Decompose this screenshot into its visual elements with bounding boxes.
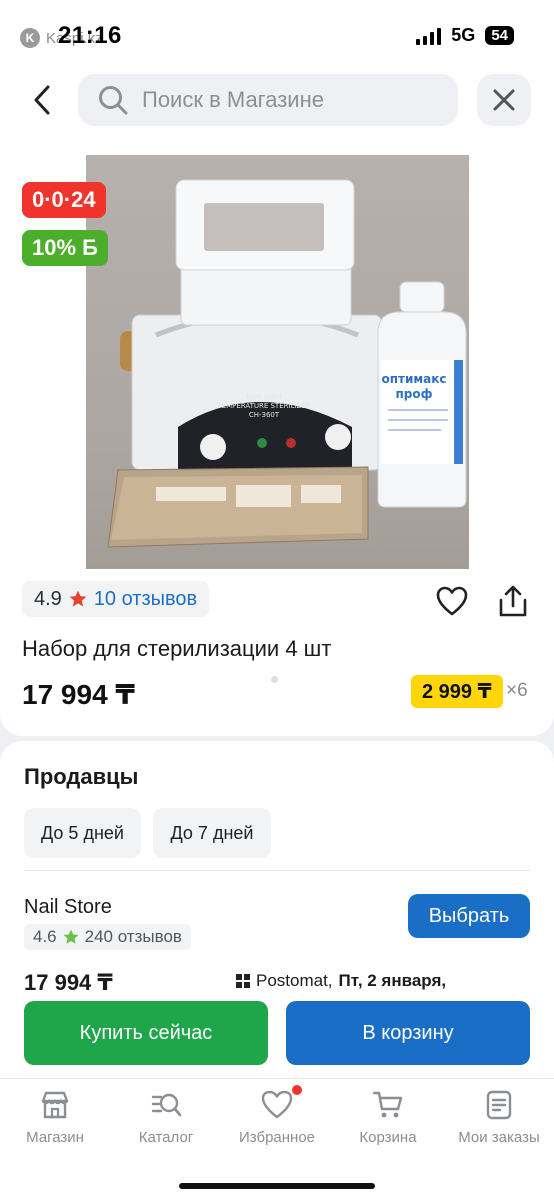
product-image-carousel[interactable]: MINI HIGH TEMPERATURE STERILIZER CH-360T… bbox=[86, 155, 469, 569]
kaspi-app-icon: K bbox=[20, 28, 40, 48]
delivery-method: Postomat, bbox=[256, 972, 333, 990]
seller-name[interactable]: Nail Store bbox=[24, 896, 112, 919]
battery-icon: 54 bbox=[485, 26, 514, 45]
bonus-badge: 10% Б bbox=[22, 230, 108, 266]
tab-favorites[interactable]: Избранное bbox=[222, 1085, 332, 1146]
delivery-info: Postomat, Пт, 2 января, bbox=[236, 972, 446, 990]
heart-icon bbox=[436, 586, 468, 616]
reviews-link[interactable]: 10 отзывов bbox=[94, 588, 197, 611]
home-indicator[interactable] bbox=[179, 1183, 375, 1189]
tab-store[interactable]: Магазин bbox=[0, 1089, 110, 1146]
installment-badge[interactable]: 2 999 ₸ bbox=[411, 675, 503, 708]
chevron-left-icon bbox=[34, 85, 50, 115]
seller-reviews: 240 отзывов bbox=[84, 927, 182, 946]
panel-label-1: MINI HIGH bbox=[246, 393, 282, 401]
product-card: MINI HIGH TEMPERATURE STERILIZER CH-360T… bbox=[0, 134, 554, 736]
timer-badge: 0·0·24 bbox=[22, 182, 106, 218]
cellular-signal-icon bbox=[416, 27, 442, 45]
store-icon bbox=[41, 1091, 69, 1119]
filter-5-days[interactable]: До 5 дней bbox=[24, 808, 141, 858]
bottle-label-2: проф bbox=[395, 387, 432, 401]
heart-icon bbox=[261, 1090, 293, 1119]
search-icon bbox=[99, 86, 128, 115]
tab-orders-label: Мои заказы bbox=[458, 1129, 540, 1146]
star-icon bbox=[63, 929, 79, 944]
close-icon bbox=[493, 89, 515, 111]
star-icon bbox=[69, 590, 87, 607]
filter-7-days[interactable]: До 7 дней bbox=[153, 808, 271, 858]
back-button[interactable] bbox=[26, 80, 58, 120]
rating-value: 4.9 bbox=[34, 587, 62, 610]
buy-now-button[interactable]: Купить сейчас bbox=[24, 1001, 268, 1065]
search-header bbox=[0, 72, 554, 134]
close-button[interactable] bbox=[477, 74, 531, 126]
select-seller-button[interactable]: Выбрать bbox=[408, 894, 530, 938]
network-type: 5G bbox=[451, 25, 476, 45]
product-title: Набор для стерилизации 4 шт bbox=[22, 636, 332, 661]
orders-icon bbox=[486, 1090, 512, 1120]
carousel-dot bbox=[271, 676, 278, 683]
product-photo: MINI HIGH TEMPERATURE STERILIZER CH-360T… bbox=[107, 179, 467, 548]
cart-icon bbox=[372, 1091, 403, 1118]
tab-cart-label: Корзина bbox=[359, 1129, 417, 1146]
tab-orders[interactable]: Мои заказы bbox=[444, 1089, 554, 1146]
tab-catalog[interactable]: Каталог bbox=[111, 1089, 221, 1146]
panel-label-2: TEMPERATURE STERILIZER bbox=[216, 402, 310, 410]
seller-rating-chip[interactable]: 4.6 240 отзывов bbox=[24, 924, 191, 950]
tab-catalog-label: Каталог bbox=[138, 1129, 194, 1146]
postomat-icon bbox=[236, 974, 250, 988]
search-input[interactable] bbox=[142, 87, 442, 113]
seller-rating-value: 4.6 bbox=[33, 927, 57, 946]
delivery-date: Пт, 2 января, bbox=[338, 972, 447, 990]
tab-store-label: Магазин bbox=[26, 1129, 84, 1146]
product-price: 17 994 ₸ bbox=[22, 679, 135, 710]
share-button[interactable] bbox=[497, 584, 529, 623]
status-bar: K Kaspi.kz 21:16 5G 54 bbox=[0, 0, 554, 72]
status-indicators: 5G 54 bbox=[416, 25, 514, 46]
status-time: 21:16 bbox=[58, 22, 122, 49]
search-field[interactable] bbox=[78, 74, 458, 126]
carousel-dots bbox=[256, 676, 278, 683]
panel-label-3: CH-360T bbox=[249, 411, 280, 419]
bottle-label-1: оптимакс bbox=[381, 372, 446, 386]
product-rating-chip[interactable]: 4.9 10 отзывов bbox=[22, 581, 210, 617]
carousel-dot-active bbox=[256, 676, 263, 683]
bottom-tab-bar: Магазин Каталог Избранное Корзина Мои за… bbox=[0, 1078, 554, 1200]
seller-price: 17 994 ₸ bbox=[24, 970, 113, 990]
sellers-title: Продавцы bbox=[24, 764, 139, 789]
favorite-button[interactable] bbox=[436, 586, 468, 621]
installment-multiplier: ×6 bbox=[506, 680, 528, 701]
catalog-search-icon bbox=[151, 1093, 182, 1117]
divider bbox=[24, 870, 530, 871]
share-icon bbox=[499, 585, 527, 617]
tab-cart[interactable]: Корзина bbox=[333, 1089, 443, 1146]
notification-dot bbox=[292, 1085, 302, 1095]
add-to-cart-button[interactable]: В корзину bbox=[286, 1001, 530, 1065]
tab-favorites-label: Избранное bbox=[238, 1129, 316, 1146]
